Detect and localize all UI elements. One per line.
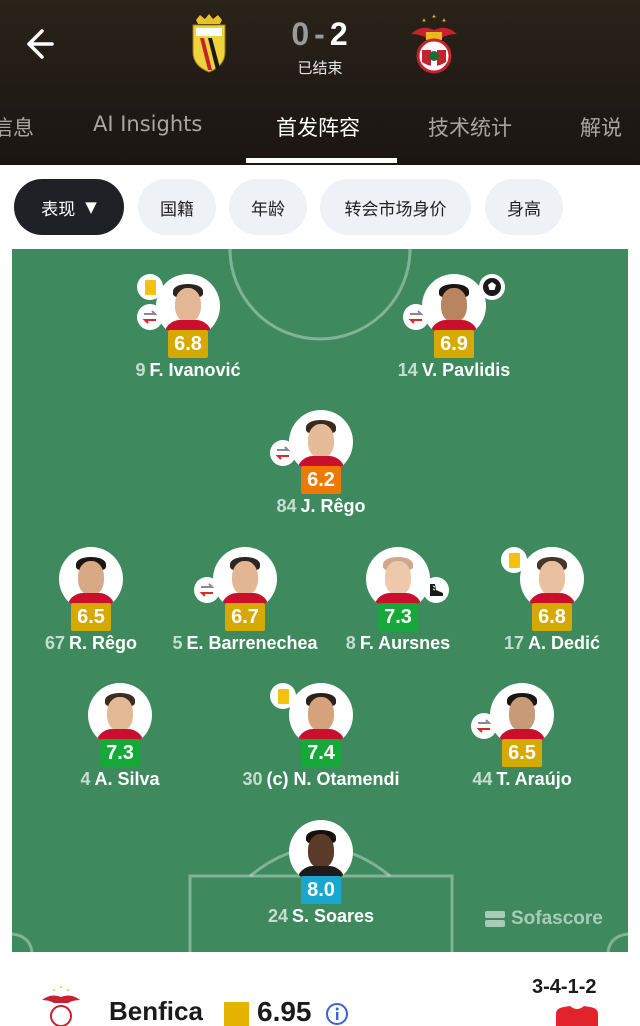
filter-performance-label: 表现 — [41, 199, 76, 220]
player-rating: 6.2 — [301, 466, 341, 494]
player-card[interactable]: 6.5 44 T. Araújo — [432, 683, 612, 813]
player-name: 9 F. Ivanović — [135, 360, 241, 380]
player-card[interactable]: 6.8 17 A. Dedić — [462, 547, 628, 677]
player-rating: 7.3 — [378, 603, 418, 631]
player-card[interactable]: 8.0 24 S. Soares — [231, 820, 411, 950]
score-separator: - — [314, 16, 326, 52]
player-avatar — [59, 547, 123, 611]
yellow-card-icon — [501, 547, 527, 573]
sofascore-logo-icon — [485, 911, 505, 927]
team-summary-bar: Benfica 6.95 3-4-1-2 — [12, 952, 628, 1026]
home-team-crest-icon[interactable] — [188, 12, 230, 74]
player-avatar — [422, 274, 486, 338]
caret-down-icon: ▼ — [85, 198, 97, 216]
home-score: 0 — [291, 16, 311, 52]
filter-height-label: 身高 — [507, 199, 541, 220]
team-average-rating: 6.95 — [257, 996, 312, 1026]
match-header: 0-2 已结束 信息 AI Insights 首发阵容 技术统计 解说 — [0, 0, 640, 165]
player-rating: 7.3 — [100, 739, 140, 767]
back-arrow-icon[interactable] — [22, 22, 70, 66]
filter-market-value-label: 转会市场身价 — [344, 199, 447, 220]
player-card[interactable]: 6.8 9 F. Ivanović — [98, 274, 278, 404]
team-name: Benfica — [109, 996, 203, 1026]
sofascore-watermark: Sofascore — [484, 908, 603, 930]
player-avatar — [289, 410, 353, 474]
player-card[interactable]: 7.4 30 (c) N. Otamendi — [231, 683, 411, 813]
goal-ball-icon — [479, 274, 505, 300]
player-name: 30 (c) N. Otamendi — [242, 769, 400, 789]
tab-info[interactable]: 信息 — [0, 112, 34, 142]
substitution-icon — [471, 713, 497, 739]
team-kit-icon — [552, 1004, 602, 1026]
player-card[interactable]: 7.3 8 F. Aursnes — [308, 547, 488, 677]
tab-lineups[interactable]: 首发阵容 — [276, 112, 360, 142]
player-name: 17 A. Dedić — [503, 633, 601, 653]
team-rating-badge — [224, 1002, 249, 1026]
filter-market-value-chip[interactable]: 转会市场身价 — [320, 179, 471, 235]
player-name: 44 T. Araújo — [472, 769, 572, 789]
player-avatar — [289, 820, 353, 884]
filter-performance-chip[interactable]: 表现 ▼ — [14, 179, 124, 235]
player-avatar — [490, 683, 554, 747]
player-avatar — [156, 274, 220, 338]
info-icon[interactable] — [325, 1002, 349, 1026]
team-formation: 3-4-1-2 — [532, 976, 597, 998]
tab-ai-insights[interactable]: AI Insights — [93, 112, 202, 136]
player-avatar — [213, 547, 277, 611]
player-avatar — [88, 683, 152, 747]
player-name: 4 A. Silva — [80, 769, 160, 789]
player-card[interactable]: 7.3 4 A. Silva — [30, 683, 210, 813]
player-rating: 6.5 — [71, 603, 111, 631]
match-status: 已结束 — [297, 59, 343, 77]
player-avatar — [289, 683, 353, 747]
yellow-card-icon — [270, 683, 296, 709]
player-rating: 8.0 — [301, 876, 341, 904]
substitution-icon — [137, 304, 163, 330]
yellow-card-icon — [137, 274, 163, 300]
substitution-icon — [194, 577, 220, 603]
substitution-icon — [270, 440, 296, 466]
player-avatar — [520, 547, 584, 611]
player-rating: 6.8 — [168, 330, 208, 358]
player-name: 14 V. Pavlidis — [397, 360, 511, 380]
active-tab-indicator — [246, 158, 397, 163]
player-rating: 6.9 — [434, 330, 474, 358]
player-card[interactable]: 6.9 14 V. Pavlidis — [364, 274, 544, 404]
away-score: 2 — [329, 16, 349, 52]
assist-boot-icon — [423, 577, 449, 603]
substitution-icon — [403, 304, 429, 330]
match-score: 0-2 — [270, 16, 370, 53]
player-rating: 6.7 — [225, 603, 265, 631]
filter-age-label: 年龄 — [251, 199, 285, 220]
player-card[interactable]: 6.2 84 J. Rêgo — [231, 410, 411, 540]
sofascore-wordmark: Sofascore — [511, 908, 603, 929]
filter-nationality-chip[interactable]: 国籍 — [138, 179, 216, 235]
tab-statistics[interactable]: 技术统计 — [428, 112, 512, 142]
benfica-crest-icon — [40, 984, 82, 1026]
away-team-crest-icon[interactable] — [408, 12, 460, 74]
player-rating: 6.5 — [502, 739, 542, 767]
tab-bar: 信息 AI Insights 首发阵容 技术统计 解说 — [0, 100, 640, 165]
lineup-pitch: 6.8 9 F. Ivanović 6.9 14 V. Pavlidis 6.2 8… — [12, 249, 628, 952]
player-rating: 7.4 — [301, 739, 341, 767]
filter-age-chip[interactable]: 年龄 — [229, 179, 307, 235]
filter-bar: 表现 ▼ 国籍 年龄 转会市场身价 身高 — [0, 165, 640, 249]
player-rating: 6.8 — [532, 603, 572, 631]
tab-commentary[interactable]: 解说 — [580, 112, 622, 142]
filter-height-chip[interactable]: 身高 — [485, 179, 563, 235]
player-name: 84 J. Rêgo — [276, 496, 366, 516]
player-name: 24 S. Soares — [267, 906, 375, 926]
filter-nationality-label: 国籍 — [160, 199, 194, 220]
player-avatar — [366, 547, 430, 611]
